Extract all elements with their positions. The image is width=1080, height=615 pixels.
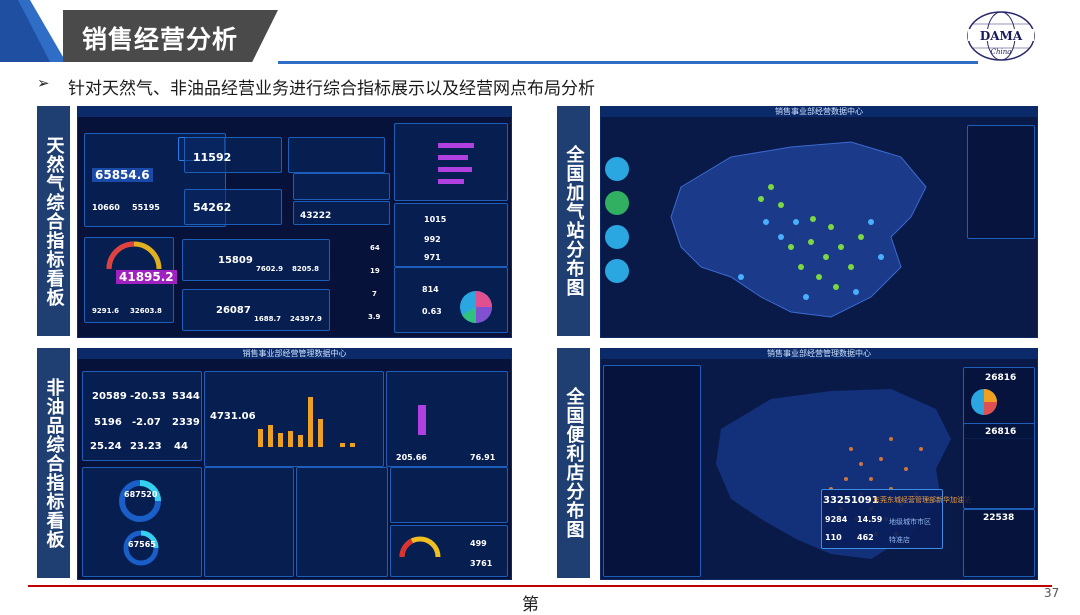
footer-char: 第: [522, 595, 539, 615]
nonoil-dashboard-screenshot: 销售事业部经营管理数据中心 20589 -20.53 5344 5196 -2.…: [77, 348, 512, 580]
page-title: 销售经营分析: [82, 25, 239, 54]
section-label-store-map: 全国便利店分布图: [557, 348, 590, 578]
screenshot-topbar: [78, 107, 511, 117]
svg-text:China: China: [991, 48, 1012, 56]
table-panel: [204, 467, 294, 577]
data-table: [603, 365, 701, 577]
table-panel: [390, 467, 508, 523]
legend-panel: [967, 125, 1035, 239]
bullet-arrow-icon: ➢: [37, 74, 50, 92]
section-label-station-map: 全国加气站分布图: [557, 106, 590, 336]
kpi-panel: [182, 289, 330, 331]
header-divider: [278, 61, 978, 64]
kpi-panel: [394, 203, 508, 267]
svg-text:DAMA: DAMA: [980, 29, 1023, 43]
station-map-screenshot: 销售事业部经营数据中心: [600, 106, 1038, 338]
kpi-panel: [394, 123, 508, 201]
table-panel: [296, 467, 388, 577]
kpi-panel: [288, 137, 385, 173]
footer-divider: [28, 585, 1052, 587]
dama-logo-icon: DAMA China: [967, 11, 1035, 61]
section-label-nonoil-dashboard: 非油品综合指标看板: [37, 348, 70, 578]
subtitle: 针对天然气、非油品经营业务进行综合指标展示以及经营网点布局分析: [68, 79, 595, 99]
section-label-gas-dashboard: 天然气综合指标看板: [37, 106, 70, 336]
kpi-panel: [182, 239, 330, 281]
header-corner-decoration: [0, 0, 66, 62]
kpi-panel: [293, 173, 390, 200]
page-number: 37: [1044, 586, 1060, 600]
gas-dashboard-screenshot: 65854.6 10660 55195 11592 54262 43222 41…: [77, 106, 512, 338]
store-map-screenshot: 销售事业部经营管理数据中心 33251091 东莞东城经营管理部新华加油站 92…: [600, 348, 1038, 580]
